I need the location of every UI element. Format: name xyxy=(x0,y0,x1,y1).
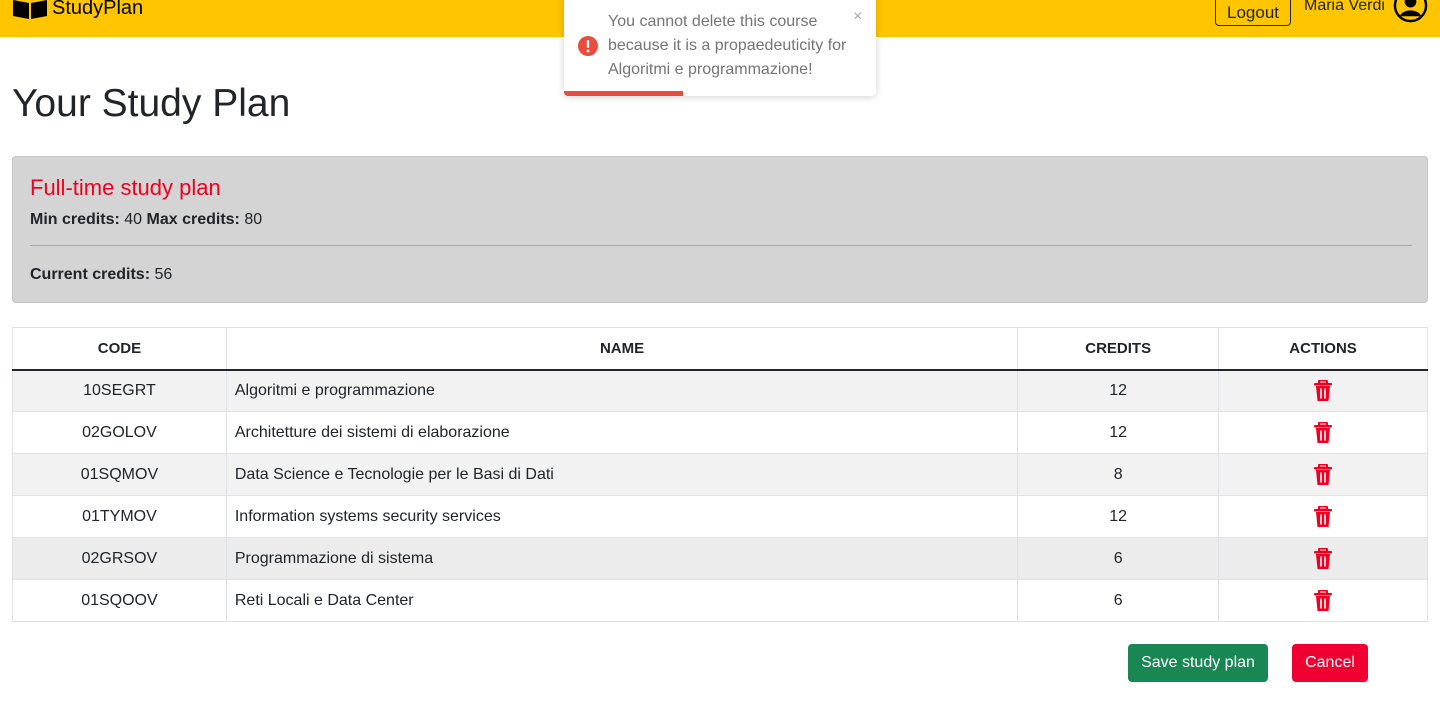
user-name: Maria Verdi xyxy=(1304,0,1385,14)
course-name: Information systems security services xyxy=(225,495,1019,538)
table-row: 10SEGRT Algoritmi e programmazione 12 xyxy=(12,369,1428,412)
course-credits: 6 xyxy=(1017,537,1220,580)
course-credits: 12 xyxy=(1017,369,1220,412)
credits-limits: Min credits: 40 Max credits: 80 xyxy=(30,211,262,229)
error-toast: You cannot delete this course because it… xyxy=(564,0,876,96)
course-name: Reti Locali e Data Center xyxy=(225,579,1019,622)
trash-icon[interactable] xyxy=(1313,589,1333,612)
close-icon[interactable]: × xyxy=(853,8,862,26)
course-credits: 8 xyxy=(1017,453,1220,496)
trash-icon[interactable] xyxy=(1313,379,1333,402)
course-code: 02GOLOV xyxy=(12,411,227,454)
column-header-code: CODE xyxy=(12,327,227,371)
course-name: Programmazione di sistema xyxy=(225,537,1019,580)
course-credits: 12 xyxy=(1017,411,1220,454)
course-code: 02GRSOV xyxy=(12,537,227,580)
course-code: 01TYMOV xyxy=(12,495,227,538)
current-credits: Current credits: 56 xyxy=(30,266,172,284)
course-credits: 12 xyxy=(1017,495,1220,538)
toast-message: You cannot delete this course because it… xyxy=(608,13,847,78)
column-header-name: NAME xyxy=(225,327,1019,371)
course-actions xyxy=(1218,495,1428,538)
plan-type-label: Full-time study plan xyxy=(30,175,221,200)
user-avatar-icon[interactable] xyxy=(1393,0,1428,23)
book-icon xyxy=(13,0,47,19)
max-credits-label: Max credits: xyxy=(146,211,240,228)
current-credits-value: 56 xyxy=(154,266,173,283)
course-name: Architetture dei sistemi di elaborazione xyxy=(225,411,1019,454)
course-actions xyxy=(1218,453,1428,496)
trash-icon[interactable] xyxy=(1313,463,1333,486)
course-credits: 6 xyxy=(1017,579,1220,622)
course-actions xyxy=(1218,537,1428,580)
table-row: 02GOLOV Architetture dei sistemi di elab… xyxy=(12,411,1428,454)
table-row: 01SQMOV Data Science e Tecnologie per le… xyxy=(12,453,1428,496)
table-row: 01TYMOV Information systems security ser… xyxy=(12,495,1428,538)
current-credits-label: Current credits: xyxy=(30,266,151,283)
table-row: 02GRSOV Programmazione di sistema 6 xyxy=(12,537,1428,580)
trash-icon[interactable] xyxy=(1313,547,1333,570)
course-code: 10SEGRT xyxy=(12,369,227,412)
course-name: Algoritmi e programmazione xyxy=(225,369,1019,412)
column-header-actions: ACTIONS xyxy=(1218,327,1428,371)
brand[interactable]: StudyPlan xyxy=(12,0,143,20)
save-study-plan-button[interactable]: Save study plan xyxy=(1128,644,1268,682)
course-actions xyxy=(1218,579,1428,622)
page-title: Your Study Plan xyxy=(12,82,291,125)
toast-progress-bar xyxy=(564,91,683,96)
trash-icon[interactable] xyxy=(1313,421,1333,444)
cancel-button[interactable]: Cancel xyxy=(1292,644,1368,682)
min-credits-value: 40 xyxy=(124,211,143,228)
brand-name: StudyPlan xyxy=(52,0,144,19)
course-actions xyxy=(1218,411,1428,454)
error-icon xyxy=(578,36,598,56)
courses-table: CODE NAME CREDITS ACTIONS 10SEGRT Algori… xyxy=(12,327,1428,622)
table-header-row: CODE NAME CREDITS ACTIONS xyxy=(12,327,1428,371)
course-code: 01SQOOV xyxy=(12,579,227,622)
column-header-credits: CREDITS xyxy=(1017,327,1220,371)
card-divider xyxy=(30,245,1412,246)
course-name: Data Science e Tecnologie per le Basi di… xyxy=(225,453,1019,496)
study-plan-summary-card: Full-time study plan Min credits: 40 Max… xyxy=(12,156,1428,303)
course-actions xyxy=(1218,369,1428,412)
course-code: 01SQMOV xyxy=(12,453,227,496)
min-credits-label: Min credits: xyxy=(30,211,120,228)
table-row: 01SQOOV Reti Locali e Data Center 6 xyxy=(12,579,1428,622)
trash-icon[interactable] xyxy=(1313,505,1333,528)
logout-button[interactable]: Logout xyxy=(1215,0,1291,26)
max-credits-value: 80 xyxy=(244,211,263,228)
